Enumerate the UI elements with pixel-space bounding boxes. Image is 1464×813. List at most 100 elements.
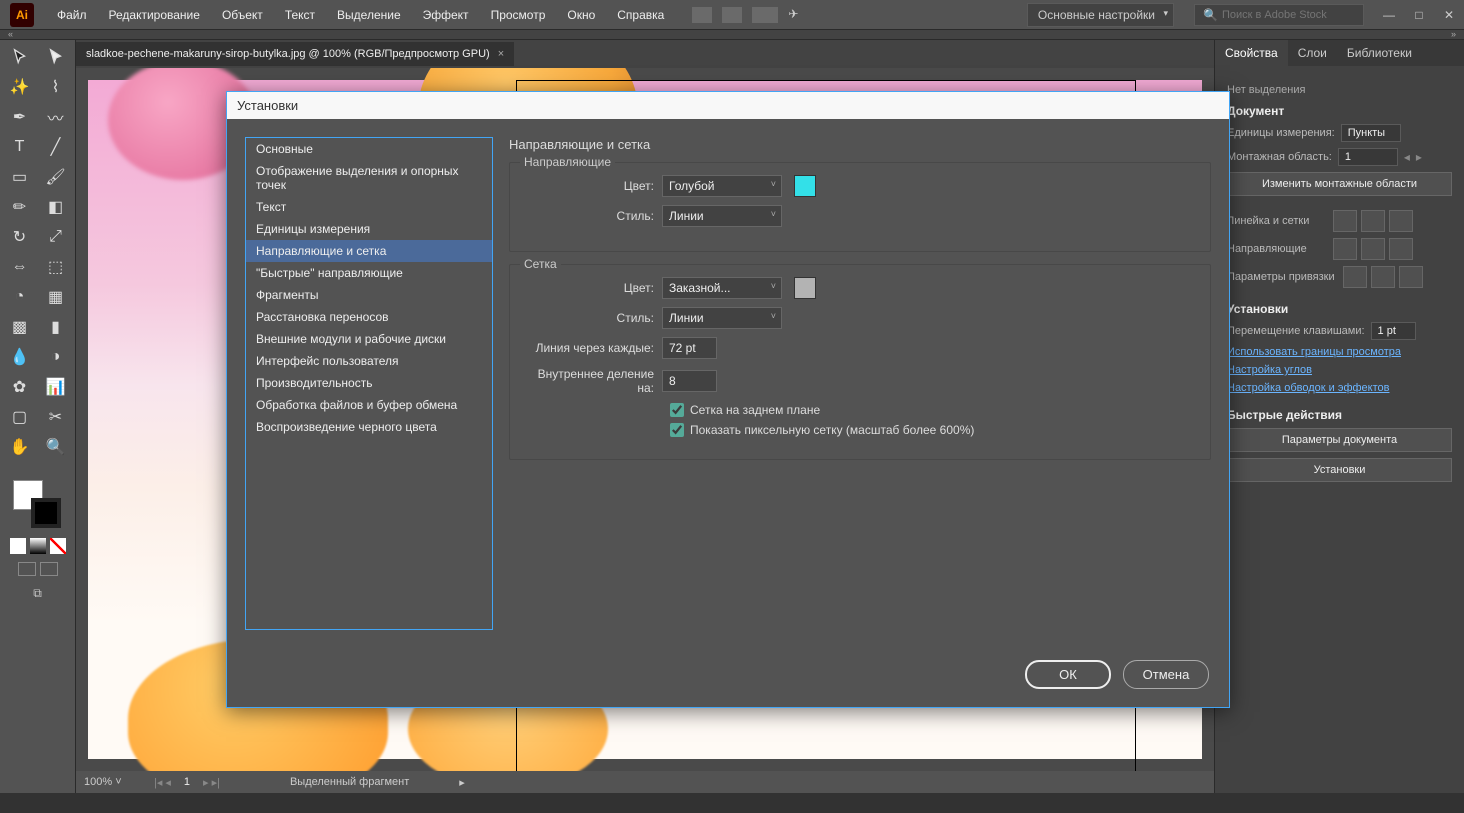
perspective-tool[interactable]: ▦ [40, 284, 72, 310]
menu-effect[interactable]: Эффект [415, 4, 477, 26]
stroke-fx-link[interactable]: Настройка обводок и эффектов [1227, 382, 1452, 394]
full-screen-icon[interactable] [40, 562, 58, 576]
sidebar-item-plugins[interactable]: Внешние модули и рабочие диски [246, 328, 492, 350]
grid-subdiv-input[interactable] [662, 370, 717, 392]
menu-object[interactable]: Объект [214, 4, 271, 26]
next-ab-icon[interactable]: ▸ [1416, 150, 1422, 164]
gradient-tool[interactable]: ▮ [40, 314, 72, 340]
fill-stroke-swatch[interactable] [13, 480, 63, 530]
menu-file[interactable]: Файл [49, 4, 95, 26]
free-transform-tool[interactable]: ⬚ [40, 254, 72, 280]
sidebar-item-guides-grid[interactable]: Направляющие и сетка [246, 240, 492, 262]
search-input[interactable] [1222, 9, 1355, 21]
guides-icon-2[interactable] [1361, 238, 1385, 260]
grid-back-checkbox[interactable] [670, 403, 684, 417]
sidebar-item-hyphen[interactable]: Расстановка переносов [246, 306, 492, 328]
eyedropper-tool[interactable]: 💧 [4, 344, 36, 370]
eraser-tool[interactable]: ◧ [40, 194, 72, 220]
tab-libraries[interactable]: Библиотеки [1337, 40, 1422, 66]
share-icon[interactable]: ✈ [788, 7, 798, 23]
zoom-tool[interactable]: 🔍 [40, 434, 72, 460]
guides-style-dropdown[interactable]: Линии [662, 205, 782, 227]
tab-layers[interactable]: Слои [1288, 40, 1337, 66]
snap-icon-2[interactable] [1371, 266, 1395, 288]
close-button[interactable]: ✕ [1434, 0, 1464, 30]
cancel-button[interactable]: Отмена [1123, 660, 1209, 689]
kbd-value-input[interactable]: 1 pt [1371, 322, 1416, 340]
expand-right-icon[interactable]: » [1451, 29, 1456, 39]
menu-edit[interactable]: Редактирование [101, 4, 208, 26]
direct-select-tool[interactable] [40, 44, 72, 70]
doc-params-button[interactable]: Параметры документа [1227, 428, 1452, 452]
change-screen-icon[interactable]: ⧉ [33, 586, 42, 601]
close-tab-icon[interactable]: × [498, 48, 504, 60]
graph-tool[interactable]: 📊 [40, 374, 72, 400]
menu-text[interactable]: Текст [277, 4, 323, 26]
minimize-button[interactable]: — [1374, 0, 1404, 30]
units-dropdown[interactable]: Пункты [1341, 124, 1401, 142]
normal-screen-icon[interactable] [18, 562, 36, 576]
sidebar-item-smart-guides[interactable]: "Быстрые" направляющие [246, 262, 492, 284]
sidebar-item-units[interactable]: Единицы измерения [246, 218, 492, 240]
sidebar-item-ui[interactable]: Интерфейс пользователя [246, 350, 492, 372]
use-preview-link[interactable]: Использовать границы просмотра [1227, 346, 1452, 358]
artboard-number[interactable]: 1 [174, 776, 200, 789]
guides-color-swatch[interactable] [794, 175, 816, 197]
selection-tool[interactable] [4, 44, 36, 70]
magic-wand-tool[interactable]: ✨ [4, 74, 36, 100]
artboard-tool[interactable]: ▢ [4, 404, 36, 430]
rotate-tool[interactable]: ↻ [4, 224, 36, 250]
sidebar-item-anchors[interactable]: Отображение выделения и опорных точек [246, 160, 492, 196]
ok-button[interactable]: ОК [1025, 660, 1111, 689]
color-solid-icon[interactable] [10, 538, 26, 554]
ruler-grid-icon-3[interactable] [1389, 210, 1413, 232]
menu-select[interactable]: Выделение [329, 4, 409, 26]
snap-icon-1[interactable] [1343, 266, 1367, 288]
stock-icon[interactable] [722, 7, 742, 23]
expand-left-icon[interactable]: « [8, 29, 13, 39]
guides-color-dropdown[interactable]: Голубой [662, 175, 782, 197]
bridge-icon[interactable] [692, 7, 712, 23]
search-box[interactable]: 🔍 [1194, 4, 1364, 26]
document-tab[interactable]: sladkoe-pechene-makaruny-sirop-butylka.j… [76, 42, 514, 66]
maximize-button[interactable]: □ [1404, 0, 1434, 30]
slice-tool[interactable]: ✂ [40, 404, 72, 430]
sidebar-item-text[interactable]: Текст [246, 196, 492, 218]
sidebar-item-general[interactable]: Основные [246, 138, 492, 160]
sidebar-item-perf[interactable]: Производительность [246, 372, 492, 394]
line-tool[interactable]: ╱ [40, 134, 72, 160]
edit-artboards-button[interactable]: Изменить монтажные области [1227, 172, 1452, 196]
width-tool[interactable]: ⇔ [4, 254, 36, 280]
snap-icon-3[interactable] [1399, 266, 1423, 288]
prev-ab-icon[interactable]: ◂ [1404, 150, 1410, 164]
type-tool[interactable]: T [4, 134, 36, 160]
shaper-tool[interactable]: ✏ [4, 194, 36, 220]
first-artboard-icon[interactable]: |◂ [154, 776, 162, 789]
lasso-tool[interactable]: ⌇ [40, 74, 72, 100]
stroke-swatch[interactable] [31, 498, 61, 528]
ruler-grid-icon-2[interactable] [1361, 210, 1385, 232]
arrange-icon[interactable] [752, 7, 778, 23]
rectangle-tool[interactable]: ▭ [4, 164, 36, 190]
prefs-button[interactable]: Установки [1227, 458, 1452, 482]
artboard-number-dropdown[interactable]: 1 [1338, 148, 1398, 166]
color-none-icon[interactable] [50, 538, 66, 554]
sidebar-item-fragments[interactable]: Фрагменты [246, 284, 492, 306]
mesh-tool[interactable]: ▩ [4, 314, 36, 340]
grid-color-swatch[interactable] [794, 277, 816, 299]
menu-view[interactable]: Просмотр [483, 4, 554, 26]
brush-tool[interactable]: 🖌 [40, 164, 72, 190]
shape-builder-tool[interactable]: ◔ [4, 284, 36, 310]
guides-icon-1[interactable] [1333, 238, 1357, 260]
color-gradient-icon[interactable] [30, 538, 46, 554]
menu-help[interactable]: Справка [609, 4, 672, 26]
workspace-dropdown[interactable]: Основные настройки [1027, 3, 1174, 27]
grid-color-dropdown[interactable]: Заказной... [662, 277, 782, 299]
ruler-grid-icon-1[interactable] [1333, 210, 1357, 232]
tab-properties[interactable]: Свойства [1215, 40, 1288, 66]
zoom-dropdown[interactable]: 100% ˅ [84, 776, 144, 788]
scale-tool[interactable]: ⤢ [40, 224, 72, 250]
symbol-sprayer-tool[interactable]: ✿ [4, 374, 36, 400]
last-artboard-icon[interactable]: ▸| [212, 776, 220, 789]
pen-tool[interactable]: ✒ [4, 104, 36, 130]
